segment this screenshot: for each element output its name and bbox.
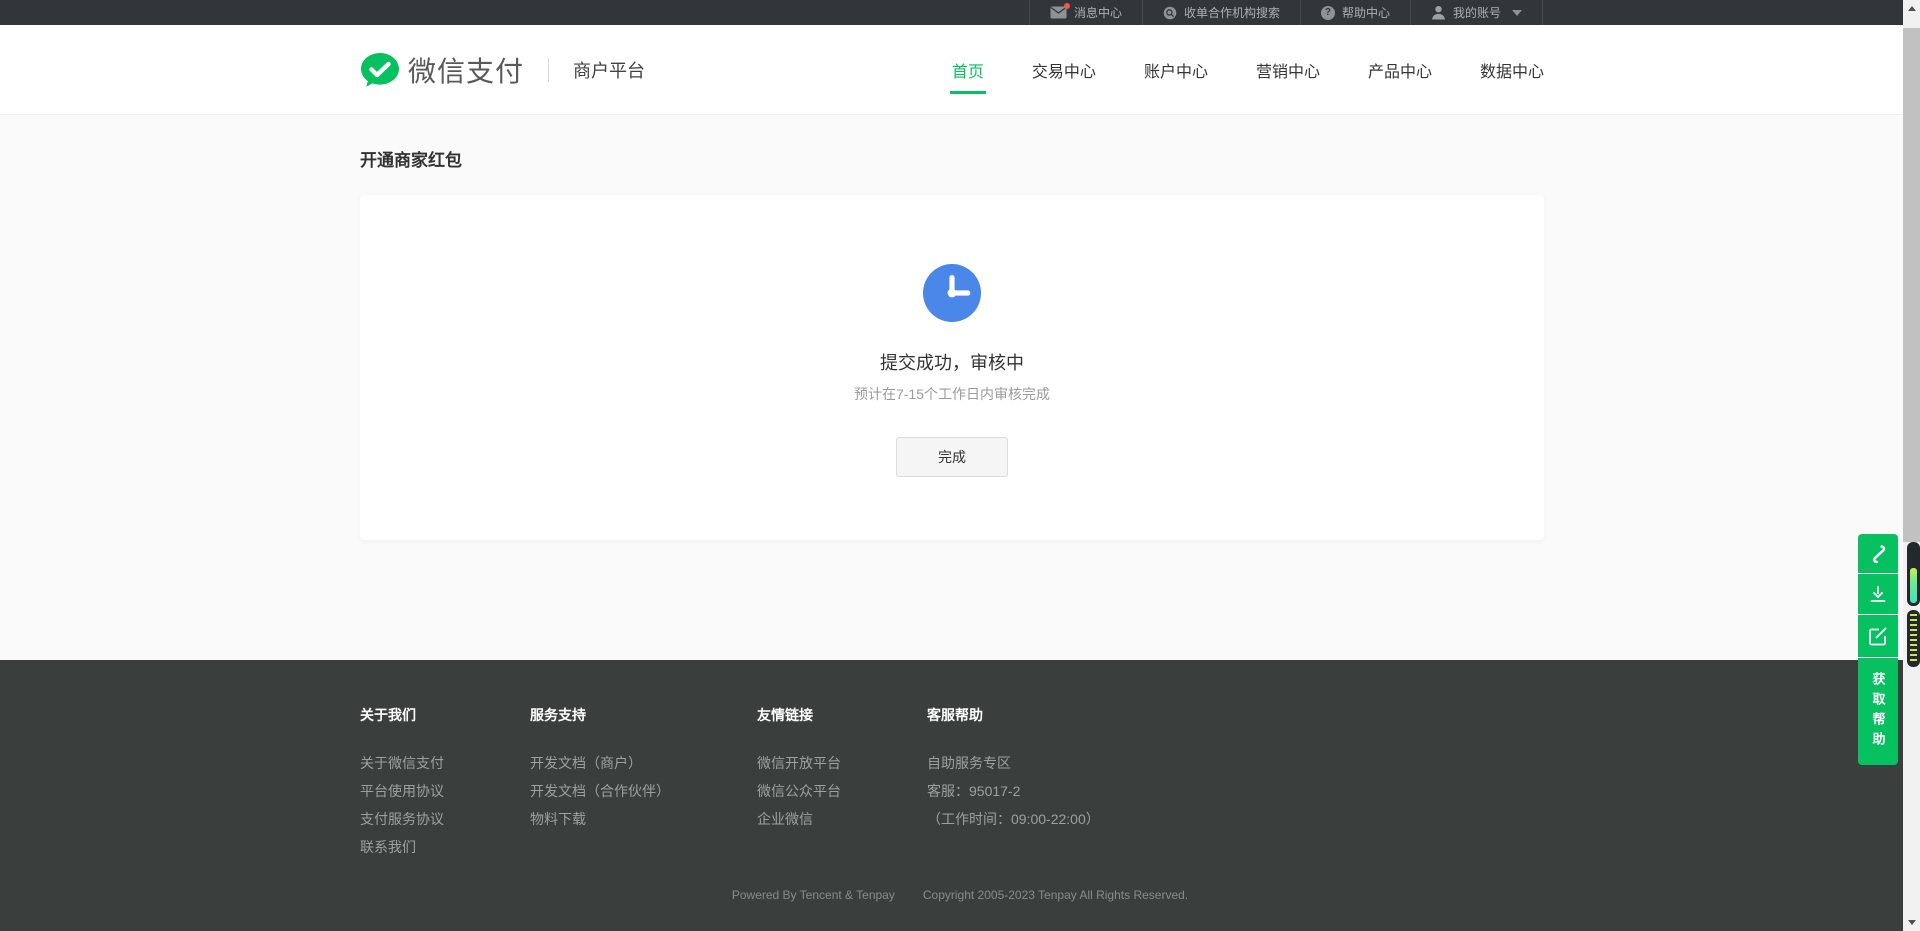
footer-heading: 友情链接 xyxy=(757,705,927,725)
footer-link[interactable]: 开发文档（合作伙伴） xyxy=(530,777,757,805)
footer-service-phone: 客服：95017-2 xyxy=(927,777,1100,805)
chevron-down-icon xyxy=(1512,10,1522,16)
footer-link[interactable]: 物料下载 xyxy=(530,805,757,833)
wechat-pay-logo-icon xyxy=(360,52,400,88)
topbar-item-label: 收单合作机构搜索 xyxy=(1184,4,1280,21)
topbar-item-acquirer-search[interactable]: 收单合作机构搜索 xyxy=(1142,0,1300,25)
nav-tab-products[interactable]: 产品中心 xyxy=(1368,52,1432,88)
status-description: 预计在7-15个工作日内审核完成 xyxy=(360,384,1544,404)
unread-badge xyxy=(1064,3,1070,9)
search-icon xyxy=(1163,6,1177,20)
scroll-marker-stripes xyxy=(1907,610,1920,667)
nav-tab-account[interactable]: 账户中心 xyxy=(1144,52,1208,88)
get-help-label: 获取帮助 xyxy=(1869,672,1888,752)
topbar-item-label: 消息中心 xyxy=(1074,4,1122,21)
edit-icon xyxy=(1867,625,1889,647)
footer-columns: 关于我们 关于微信支付 平台使用协议 支付服务协议 联系我们 服务支持 开发文档… xyxy=(360,705,1100,861)
topbar-item-help-center[interactable]: ? 帮助中心 xyxy=(1300,0,1410,25)
footer-link[interactable]: 企业微信 xyxy=(757,805,927,833)
scrollbar-up-button[interactable] xyxy=(1903,0,1920,17)
footer-heading: 服务支持 xyxy=(530,705,757,725)
download-icon xyxy=(1867,583,1889,605)
status-card: 提交成功，审核中 预计在7-15个工作日内审核完成 完成 xyxy=(360,195,1544,540)
footer-column-support: 服务支持 开发文档（商户） 开发文档（合作伙伴） 物料下载 xyxy=(530,705,757,861)
brand-divider xyxy=(548,58,549,82)
copyright-powered: Powered By Tencent & Tenpay xyxy=(732,888,895,902)
nav-tab-transactions[interactable]: 交易中心 xyxy=(1032,52,1096,88)
help-icon: ? xyxy=(1321,6,1335,20)
topbar-item-label: 我的账号 xyxy=(1453,4,1501,21)
scrollbar[interactable] xyxy=(1903,0,1920,931)
get-help-button[interactable]: 获取帮助 xyxy=(1858,658,1898,765)
scroll-marker-gradient xyxy=(1907,542,1920,606)
footer-link[interactable]: 支付服务协议 xyxy=(360,805,530,833)
topbar: 消息中心 收单合作机构搜索 ? 帮助中心 xyxy=(0,0,1920,25)
user-icon xyxy=(1431,5,1446,20)
clock-icon xyxy=(923,264,981,327)
footer-link[interactable]: 关于微信支付 xyxy=(360,749,530,777)
mail-icon xyxy=(1050,6,1067,19)
scrollbar-thumb[interactable] xyxy=(1903,28,1920,542)
page-title: 开通商家红包 xyxy=(360,146,462,171)
footer-link[interactable]: 自助服务专区 xyxy=(927,749,1100,777)
status-title: 提交成功，审核中 xyxy=(360,349,1544,375)
footer-column-service: 客服帮助 自助服务专区 客服：95017-2 （工作时间：09:00-22:00… xyxy=(927,705,1100,861)
scroll-down-icon xyxy=(1908,920,1916,925)
floating-help-panel: 获取帮助 xyxy=(1858,534,1898,765)
footer-heading: 客服帮助 xyxy=(927,705,1100,725)
footer: 关于我们 关于微信支付 平台使用协议 支付服务协议 联系我们 服务支持 开发文档… xyxy=(0,660,1920,931)
topbar-menu: 消息中心 收单合作机构搜索 ? 帮助中心 xyxy=(1029,0,1543,25)
contact-service-button[interactable] xyxy=(1858,534,1898,573)
footer-link[interactable]: 平台使用协议 xyxy=(360,777,530,805)
topbar-item-label: 帮助中心 xyxy=(1342,4,1390,21)
portal-name: 商户平台 xyxy=(573,57,645,83)
footer-heading: 关于我们 xyxy=(360,705,530,725)
topbar-item-my-account[interactable]: 我的账号 xyxy=(1410,0,1543,25)
service-curve-icon xyxy=(1868,543,1888,565)
footer-column-links: 友情链接 微信开放平台 微信公众平台 企业微信 xyxy=(757,705,927,861)
footer-link[interactable]: 开发文档（商户） xyxy=(530,749,757,777)
topbar-item-messages[interactable]: 消息中心 xyxy=(1029,0,1142,25)
scroll-up-icon xyxy=(1908,6,1916,11)
footer-link[interactable]: 微信公众平台 xyxy=(757,777,927,805)
brand[interactable]: 微信支付 商户平台 xyxy=(360,25,645,115)
nav-tab-marketing[interactable]: 营销中心 xyxy=(1256,52,1320,88)
main-nav: 首页 交易中心 账户中心 营销中心 产品中心 数据中心 xyxy=(952,25,1544,115)
nav-tab-home[interactable]: 首页 xyxy=(952,52,984,88)
nav-tab-data[interactable]: 数据中心 xyxy=(1480,52,1544,88)
header: 微信支付 商户平台 首页 交易中心 账户中心 营销中心 产品中心 数据中心 xyxy=(0,25,1920,115)
copyright: Powered By Tencent & Tenpay Copyright 200… xyxy=(0,888,1920,902)
footer-link[interactable]: 微信开放平台 xyxy=(757,749,927,777)
footer-link[interactable]: 联系我们 xyxy=(360,833,530,861)
download-button[interactable] xyxy=(1858,574,1898,614)
footer-service-hours: （工作时间：09:00-22:00） xyxy=(927,805,1100,833)
copyright-rights: Copyright 2005-2023 Tenpay All Rights Re… xyxy=(923,888,1188,902)
brand-name: 微信支付 xyxy=(408,50,524,90)
scrollbar-down-button[interactable] xyxy=(1903,914,1920,931)
done-button[interactable]: 完成 xyxy=(896,437,1008,477)
feedback-button[interactable] xyxy=(1858,615,1898,657)
footer-column-about: 关于我们 关于微信支付 平台使用协议 支付服务协议 联系我们 xyxy=(360,705,530,861)
